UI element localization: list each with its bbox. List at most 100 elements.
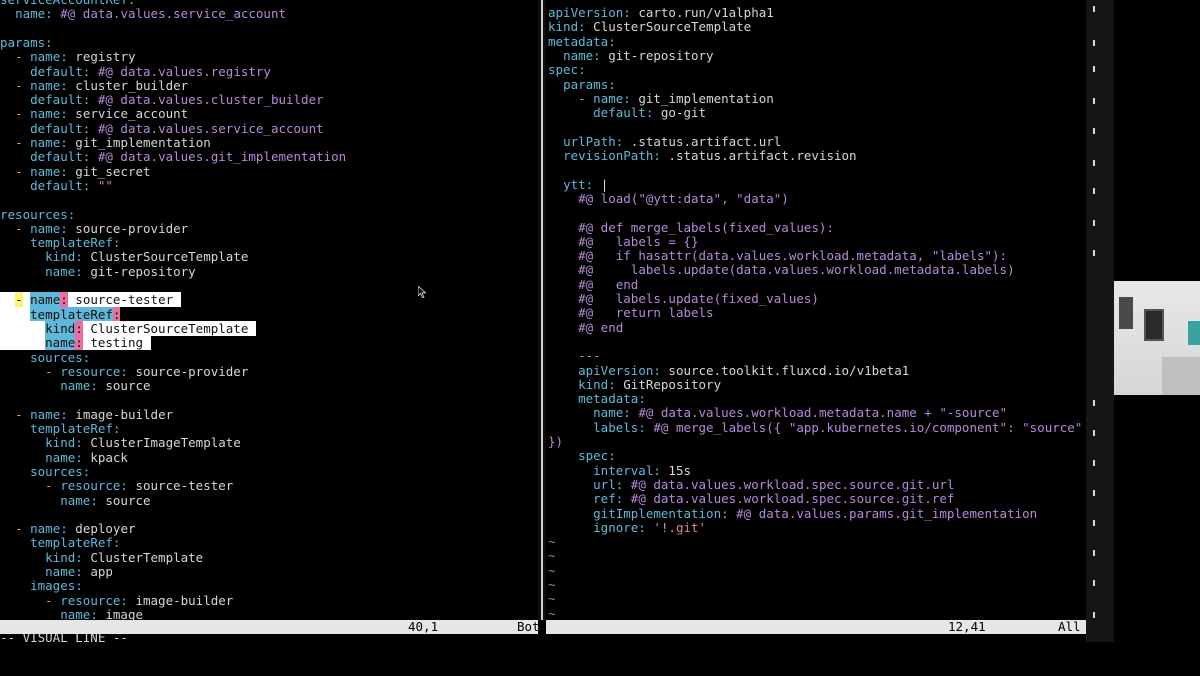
code-line[interactable]: #@ def merge_labels(fixed_values): <box>548 220 834 235</box>
code-line[interactable]: interval: 15s <box>548 463 691 478</box>
code-line[interactable]: templateRef: <box>0 536 120 550</box>
code-token: ~ <box>548 534 556 550</box>
code-line[interactable]: ~ <box>548 577 556 592</box>
code-line[interactable]: - name: image-builder <box>0 407 173 422</box>
code-line[interactable] <box>548 163 556 177</box>
code-line[interactable]: - name: cluster_builder <box>0 78 188 93</box>
code-line[interactable]: params: <box>548 77 616 92</box>
code-line[interactable] <box>0 279 8 293</box>
code-token: #@ data.values.workload.spec.source.git.… <box>630 476 955 492</box>
code-line[interactable]: ~ <box>548 606 556 620</box>
code-line[interactable]: #@ load("@ytt:data", "data") <box>548 191 789 206</box>
code-token: ClusterSourceTemplate <box>82 249 249 265</box>
code-line[interactable]: ~ <box>548 549 556 563</box>
code-line[interactable]: default: #@ data.values.service_account <box>0 121 324 136</box>
code-line[interactable]: ref: #@ data.values.workload.spec.source… <box>548 492 954 506</box>
code-line[interactable]: default: "" <box>0 178 113 193</box>
code-line[interactable]: name: #@ data.values.workload.metadata.n… <box>548 406 1007 420</box>
code-line[interactable] <box>0 508 8 522</box>
code-line[interactable]: #@ if hasattr(data.values.workload.metad… <box>548 248 1007 263</box>
code-line[interactable]: - name: git_implementation <box>548 91 774 106</box>
code-token: kind <box>45 320 76 336</box>
right-editor-pane[interactable]: apiVersion: carto.run/v1alpha1 kind: Clus… <box>546 0 1086 620</box>
code-line[interactable]: #@ labels = {} <box>548 234 698 249</box>
code-line[interactable]: - name: source-provider <box>0 221 188 236</box>
code-line[interactable]: - name: source-tester <box>0 292 181 308</box>
code-line[interactable]: #@ return labels <box>548 306 713 320</box>
code-line[interactable]: #@ labels.update(fixed_values) <box>548 291 819 306</box>
code-line[interactable]: - name: service_account <box>0 107 188 121</box>
code-line[interactable]: gitImplementation: #@ data.values.params… <box>548 506 1037 521</box>
left-editor-pane[interactable]: serviceAccountRef: name: #@ data.values.… <box>0 0 538 620</box>
code-line[interactable] <box>0 393 8 407</box>
code-line[interactable]: ytt: | <box>548 177 608 192</box>
code-line[interactable]: #@ end <box>548 320 623 335</box>
code-line[interactable]: labels: #@ merge_labels({ "app.kubernete… <box>548 420 1082 435</box>
code-line[interactable]: metadata: <box>548 391 646 406</box>
code-line[interactable]: --- <box>548 349 601 363</box>
code-line[interactable] <box>0 193 8 207</box>
code-line[interactable]: kind: ClusterTemplate <box>0 550 203 565</box>
code-line[interactable]: name: app <box>0 564 113 579</box>
code-line[interactable]: metadata: <box>548 34 616 49</box>
code-line[interactable]: spec: <box>548 449 616 463</box>
code-line[interactable]: url: #@ data.values.workload.spec.source… <box>548 476 955 492</box>
code-token: source-tester <box>67 292 181 308</box>
code-line[interactable]: kind: ClusterSourceTemplate <box>548 20 751 34</box>
code-line[interactable]: name: source <box>0 378 150 393</box>
code-line[interactable]: name: git-repository <box>0 264 196 279</box>
code-line[interactable]: name: source <box>0 493 150 508</box>
code-line[interactable]: apiVersion: source.toolkit.fluxcd.io/v1b… <box>548 363 909 378</box>
code-line[interactable]: - resource: source-provider <box>0 364 248 379</box>
code-line[interactable]: resources: <box>0 207 75 222</box>
code-line[interactable]: #@ labels.update(data.values.workload.me… <box>548 263 1015 277</box>
code-line[interactable]: kind: ClusterSourceTemplate <box>0 250 248 264</box>
scrollbar[interactable] <box>1086 0 1114 642</box>
code-line[interactable]: kind: ClusterSourceTemplate <box>0 320 256 336</box>
code-line[interactable]: - resource: source-tester <box>0 479 233 493</box>
code-line[interactable]: name: git-repository <box>548 48 714 63</box>
code-line[interactable]: default: #@ data.values.registry <box>0 64 271 79</box>
code-line[interactable]: - resource: image-builder <box>0 593 233 608</box>
code-line[interactable]: apiVersion: carto.run/v1alpha1 <box>548 5 774 20</box>
code-line[interactable]: templateRef: <box>0 235 120 250</box>
code-line[interactable]: ~ <box>548 592 556 606</box>
code-line[interactable]: sources: <box>0 350 90 365</box>
code-line[interactable]: ~ <box>548 563 556 578</box>
code-line[interactable] <box>0 22 8 36</box>
code-line[interactable]: sources: <box>0 464 90 479</box>
code-line[interactable]: ~ <box>548 534 556 550</box>
code-line[interactable]: #@ end <box>548 277 638 292</box>
code-token: go-git <box>653 105 707 121</box>
code-line[interactable]: ignore: '!.git' <box>548 520 706 535</box>
code-line[interactable] <box>548 335 556 349</box>
code-line[interactable]: kind: GitRepository <box>548 377 721 392</box>
code-line[interactable]: default: #@ data.values.git_implementati… <box>0 150 346 164</box>
code-line[interactable]: default: go-git <box>548 105 707 121</box>
code-line[interactable]: - name: registry <box>0 50 135 64</box>
code-line[interactable] <box>548 206 556 220</box>
code-line[interactable]: spec: <box>548 63 586 77</box>
code-line[interactable]: name: #@ data.values.service_account <box>0 7 286 21</box>
code-line[interactable]: templateRef: <box>0 421 120 436</box>
code-line[interactable]: name: testing <box>0 335 151 351</box>
code-line[interactable]: kind: ClusterImageTemplate <box>0 436 241 450</box>
code-line[interactable]: - name: git_secret <box>0 164 151 179</box>
code-line[interactable]: name: kpack <box>0 450 128 465</box>
code-line[interactable]: - name: git_implementation <box>0 135 211 150</box>
code-token: : <box>75 320 83 336</box>
code-line[interactable]: - name: deployer <box>0 521 135 536</box>
code-line[interactable]: images: <box>0 579 83 593</box>
code-line[interactable]: }) <box>548 434 563 449</box>
code-line[interactable]: revisionPath: .status.artifact.revision <box>548 148 857 163</box>
code-line[interactable] <box>548 120 556 134</box>
code-line[interactable]: name: image <box>0 607 143 620</box>
code-line[interactable]: params: <box>0 35 53 50</box>
code-line[interactable]: urlPath: .status.artifact.url <box>548 134 781 149</box>
code-line[interactable]: templateRef: <box>0 306 121 322</box>
code-line[interactable]: default: #@ data.values.cluster_builder <box>0 92 324 107</box>
